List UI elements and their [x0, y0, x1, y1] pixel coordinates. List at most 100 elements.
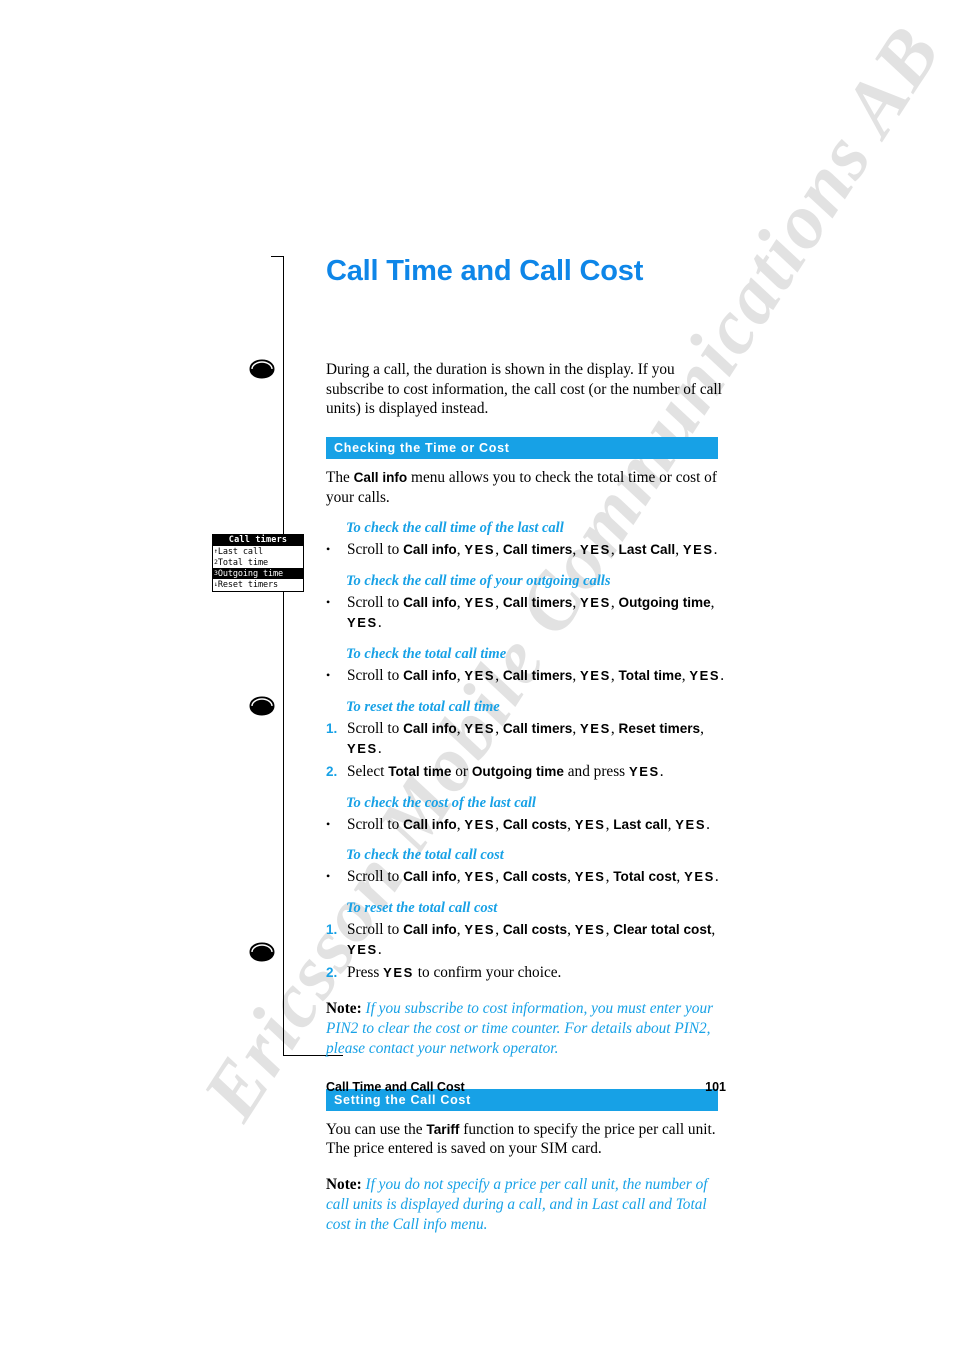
- step-text-fragment: .: [659, 762, 664, 780]
- ui-term: Call costs: [502, 816, 568, 832]
- ui-term: Call timers: [502, 720, 573, 736]
- key-label: YES: [580, 720, 611, 736]
- procedure-step: 2. Select Total time or Outgoing time and…: [326, 762, 726, 782]
- step-text-fragment: .: [720, 667, 725, 685]
- section-lead-paragraph: You can use the Tariff function to speci…: [326, 1120, 726, 1159]
- step-text-fragment: ,: [495, 815, 503, 833]
- step-text-fragment: ,: [610, 719, 619, 737]
- step-number: 2.: [326, 965, 338, 981]
- key-label: YES: [628, 763, 660, 779]
- document-section: Checking the Time or Cost The Call info m…: [326, 437, 726, 1059]
- step-number: 1.: [326, 922, 338, 938]
- lead-text-before: The: [326, 469, 354, 487]
- step-instruction: Scroll to Call info, YES, Call timers, Y…: [347, 540, 726, 560]
- footer-page-number: 101: [705, 1080, 726, 1094]
- ui-term: Last call: [613, 816, 668, 832]
- procedure-heading: To reset the total call time: [346, 698, 500, 715]
- ui-term: Reset timers: [618, 720, 701, 736]
- ui-term: Call info: [403, 668, 457, 684]
- step-instruction: Scroll to Call info, YES, Call timers, Y…: [347, 666, 726, 686]
- ui-term: Call info: [403, 922, 457, 938]
- lead-text-before: You can use the: [326, 1120, 427, 1138]
- sections-container: Checking the Time or Cost The Call info m…: [326, 437, 726, 1235]
- step-bullet: •: [326, 816, 331, 831]
- step-text-fragment: ,: [567, 921, 575, 939]
- key-label: YES: [580, 595, 611, 611]
- key-label: YES: [580, 668, 611, 684]
- step-text-fragment: ,: [572, 541, 581, 559]
- note-text: If you do not specify a price per call u…: [326, 1176, 708, 1233]
- ui-term: Outgoing time: [471, 763, 564, 779]
- step-text-fragment: and press: [563, 762, 629, 780]
- step-bullet: •: [326, 869, 331, 884]
- step-text-fragment: .: [706, 815, 710, 833]
- key-label: YES: [464, 816, 496, 832]
- footer-chapter: Call Time and Call Cost: [326, 1080, 465, 1094]
- key-label: YES: [347, 942, 378, 958]
- phone-display-row: 3Outgoing time: [213, 568, 303, 579]
- step-text-fragment: Scroll to: [347, 594, 404, 612]
- step-bullet: •: [326, 668, 331, 683]
- ui-term: Call info: [403, 595, 457, 611]
- step-text-fragment: Select: [347, 762, 389, 780]
- step-text-fragment: Scroll to: [347, 815, 404, 833]
- ui-term: Call timers: [502, 595, 573, 611]
- step-text-fragment: .: [377, 614, 382, 632]
- procedure-step: 1. Scroll to Call info, YES, Call timers,…: [326, 719, 726, 759]
- phone-display-menu: ↑Last call 2Total time 3Outgoing time ↓Rese…: [213, 546, 303, 590]
- key-label: YES: [675, 816, 707, 832]
- ui-term: Total cost: [613, 869, 677, 885]
- page-rule-vertical: [283, 256, 284, 1056]
- step-text-fragment: ,: [495, 868, 503, 886]
- key-label: YES: [464, 720, 496, 736]
- step-text-fragment: .: [713, 541, 718, 559]
- key-label: YES: [574, 869, 606, 885]
- key-label: YES: [464, 922, 496, 938]
- step-instruction: Scroll to Call info, YES, Call costs, YE…: [347, 920, 726, 960]
- step-text-fragment: ,: [700, 719, 704, 737]
- step-number: 2.: [326, 763, 338, 779]
- page-rule-top: [271, 256, 284, 257]
- step-text-fragment: Scroll to: [347, 719, 404, 737]
- step-instruction: Scroll to Call info, YES, Call timers, Y…: [347, 719, 726, 759]
- step-instruction: Scroll to Call info, YES, Call costs, YE…: [347, 867, 726, 887]
- phone-display-title: Call timers: [213, 535, 303, 546]
- step-text-fragment: or: [451, 762, 472, 780]
- key-label: YES: [580, 542, 611, 558]
- procedure-heading: To check the call time of your outgoing …: [346, 573, 611, 590]
- step-text-fragment: to confirm your choice.: [413, 964, 562, 982]
- phone-display-row-label: Total time: [217, 558, 269, 568]
- procedure-heading: To check the call time of the last call: [346, 520, 564, 537]
- step-text-fragment: ,: [710, 594, 715, 612]
- step-instruction: Select Total time or Outgoing time and p…: [347, 762, 726, 782]
- step-text-fragment: .: [377, 941, 382, 959]
- procedure-heading: To check the total call time: [346, 646, 507, 663]
- procedure-step: • Scroll to Call info, YES, Call timers, …: [326, 540, 726, 560]
- step-text-fragment: ,: [567, 815, 575, 833]
- page-title: Call Time and Call Cost: [326, 255, 644, 287]
- step-text-fragment: ,: [572, 719, 581, 737]
- pointing-hand-icon-3: [246, 941, 276, 963]
- phone-display-row: ↑Last call: [213, 546, 303, 557]
- step-text-fragment: ,: [610, 594, 619, 612]
- ui-term: Call timers: [502, 668, 573, 684]
- note-block: Note: If you subscribe to cost informati…: [326, 999, 726, 1059]
- step-text-fragment: ,: [610, 541, 619, 559]
- step-text-fragment: ,: [711, 921, 716, 939]
- note-label: Note:: [326, 999, 366, 1017]
- ui-term: Call info: [403, 542, 457, 558]
- procedure-step: • Scroll to Call info, YES, Call timers, …: [326, 666, 726, 686]
- step-text-fragment: ,: [495, 667, 503, 685]
- step-text-fragment: Scroll to: [347, 667, 404, 685]
- step-text-fragment: ,: [572, 594, 581, 612]
- pointing-hand-icon-2: [246, 695, 276, 717]
- step-text-fragment: ,: [675, 541, 683, 559]
- step-text-fragment: Scroll to: [347, 541, 404, 559]
- procedure-step: • Scroll to Call info, YES, Call timers, …: [326, 593, 726, 633]
- step-instruction: Scroll to Call info, YES, Call costs, YE…: [347, 815, 726, 835]
- phone-display-illustration: Call timers ↑Last call 2Total time 3Outgoi…: [212, 534, 304, 592]
- lead-ui-term: Tariff: [426, 1121, 460, 1137]
- key-label: YES: [464, 869, 496, 885]
- ui-term: Call info: [403, 816, 457, 832]
- ui-term: Total time: [618, 668, 682, 684]
